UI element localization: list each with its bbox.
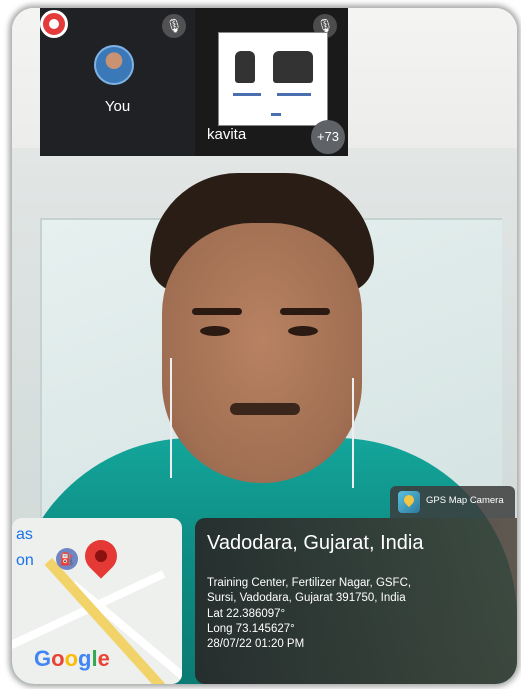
shared-screen-thumbnail [218,32,328,126]
location-map: as on ⛽ Google [12,518,182,684]
person-face [162,223,362,483]
participant-tile-you[interactable]: 🎙 You [40,8,195,156]
timestamp: 28/07/22 01:20 PM [207,638,305,650]
video-frame: 🎙 You 🎙 kavita +73 GPS Map Camera as on [12,8,517,684]
place-name: Vadodara, Gujarat, India [207,532,424,554]
latitude: Lat 22.386097° [207,608,286,620]
more-participants-button[interactable]: +73 [311,120,345,154]
map-label: on [16,552,34,569]
money-bag-icon [235,51,255,83]
location-info-panel: Vadodara, Gujarat, India Training Center… [195,518,517,684]
gps-app-tag: GPS Map Camera [390,486,515,518]
recording-icon [40,10,68,38]
money-bags-icon [273,51,313,83]
right-eye [288,326,318,336]
earphone-wire-right [352,378,354,488]
map-pin-icon [78,533,124,579]
longitude: Long 73.145627° [207,623,295,635]
earphone-wire-left [170,358,172,478]
participant-name-kavita: kavita [207,126,247,143]
slide-caption-bar [233,93,261,96]
slide-indicator [271,113,281,116]
address-text: Training Center, Fertilizer Nagar, GSFC,… [207,577,412,604]
slide-caption-bar [277,93,311,96]
gps-map-camera-icon [398,491,420,513]
participant-tile-kavita[interactable]: 🎙 kavita +73 [195,8,348,156]
person-mustache [230,403,300,415]
participant-name-you: You [104,98,131,115]
gas-station-icon: ⛽ [56,548,78,570]
left-eye [200,326,230,336]
google-logo: Google [34,646,110,671]
mic-off-icon: 🎙 [162,14,186,38]
avatar [94,45,134,85]
map-label: as [16,526,33,543]
right-eyebrow [280,308,330,315]
participant-strip: 🎙 You 🎙 kavita +73 [40,8,348,156]
gps-app-name: GPS Map Camera [426,495,504,506]
left-eyebrow [192,308,242,315]
